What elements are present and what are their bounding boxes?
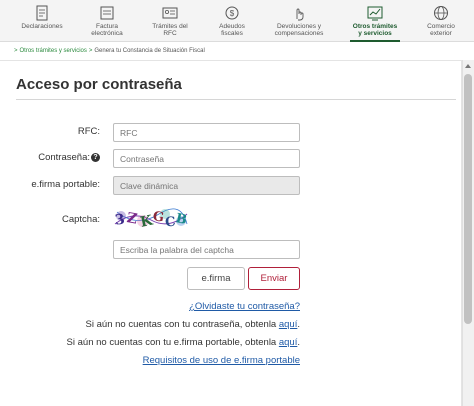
nav-item-label-line2: fiscales bbox=[221, 30, 243, 37]
scroll-up-arrow-icon[interactable] bbox=[465, 64, 471, 68]
requirements-link[interactable]: Requisitos de uso de e.firma portable bbox=[143, 355, 300, 366]
breadcrumb-separator: > bbox=[88, 48, 93, 54]
nav-item-label-line2: electrónica bbox=[91, 30, 123, 37]
forgot-password-link[interactable]: ¿Olvidaste tu contraseña? bbox=[189, 301, 300, 312]
otros-tramites-icon bbox=[367, 6, 383, 21]
declaraciones-icon bbox=[36, 5, 48, 21]
nav-item-adeudos[interactable]: $ Adeudos fiscales bbox=[208, 0, 256, 42]
svg-text:G: G bbox=[152, 209, 165, 225]
no-password-text: Si aún no cuentas con tu contraseña, obt… bbox=[85, 319, 277, 330]
nav-item-tramites-rfc[interactable]: Trámites del RFC bbox=[142, 0, 198, 42]
requirements-line: Requisitos de uso de e.firma portable bbox=[143, 355, 300, 366]
title-divider bbox=[16, 99, 456, 100]
password-label: Contraseña:? bbox=[38, 152, 100, 163]
breadcrumb: > Otros trámites y servicios > Genera tu Co… bbox=[12, 48, 205, 54]
nav-item-label: Devoluciones y bbox=[276, 23, 322, 30]
efirma-portable-label: e.firma portable: bbox=[31, 179, 100, 190]
no-efirma-text: Si aún no cuentas con tu e.firma portabl… bbox=[66, 337, 277, 348]
no-password-line: Si aún no cuentas con tu contraseña, obt… bbox=[86, 319, 300, 330]
rfc-icon bbox=[162, 7, 178, 19]
nav-item-declaraciones[interactable]: Declaraciones bbox=[16, 0, 68, 42]
dynamic-key-input bbox=[113, 176, 300, 195]
password-input[interactable] bbox=[113, 149, 300, 168]
page-title: Acceso por contraseña bbox=[16, 76, 182, 93]
adeudos-icon: $ bbox=[225, 6, 239, 20]
no-efirma-line: Si aún no cuentas con tu e.firma portabl… bbox=[67, 337, 300, 348]
obtain-efirma-link[interactable]: aquí bbox=[279, 337, 298, 348]
nav-item-factura[interactable]: Factura electrónica bbox=[82, 0, 132, 42]
svg-text:$: $ bbox=[230, 9, 235, 18]
nav-item-otros-tramites[interactable]: Otros trámites y servicios bbox=[344, 0, 406, 42]
captcha-image: 3 Z K G C B bbox=[113, 204, 189, 232]
nav-item-label: Otros trámites bbox=[352, 23, 398, 30]
captcha-label: Captcha: bbox=[61, 214, 100, 225]
nav-item-devoluciones[interactable]: Devoluciones y compensaciones bbox=[268, 0, 330, 42]
nav-item-label-line2: exterior bbox=[430, 30, 452, 37]
rfc-input[interactable] bbox=[113, 123, 300, 142]
submit-button[interactable]: Enviar bbox=[248, 267, 300, 290]
captcha-input[interactable] bbox=[113, 240, 300, 259]
comercio-exterior-icon bbox=[434, 6, 448, 20]
breadcrumb-separator: > bbox=[14, 48, 18, 54]
nav-item-label: Adeudos bbox=[219, 23, 245, 30]
nav-item-label-line2: compensaciones bbox=[274, 30, 324, 37]
period: . bbox=[297, 319, 300, 330]
obtain-password-link[interactable]: aquí bbox=[279, 319, 298, 330]
factura-icon bbox=[100, 6, 114, 20]
scrollbar-thumb[interactable] bbox=[464, 74, 472, 324]
period: . bbox=[297, 337, 300, 348]
breadcrumb-current: Genera tu Constancia de Situación Fiscal bbox=[94, 48, 205, 54]
nav-item-label: Trámites del bbox=[152, 23, 188, 30]
rfc-label: RFC: bbox=[77, 126, 100, 137]
nav-item-label: Comercio bbox=[427, 23, 455, 30]
nav-item-label: Factura bbox=[95, 23, 119, 30]
top-navigation: Declaraciones Factura electrónica Trámit… bbox=[0, 0, 474, 42]
nav-item-comercio-exterior[interactable]: Comercio exterior bbox=[416, 0, 466, 42]
breadcrumb-link-otros-tramites[interactable]: Otros trámites y servicios bbox=[20, 48, 87, 54]
devoluciones-icon bbox=[296, 8, 304, 21]
help-icon[interactable]: ? bbox=[91, 153, 100, 162]
forgot-password-line: ¿Olvidaste tu contraseña? bbox=[189, 301, 300, 312]
password-label-text: Contraseña: bbox=[38, 152, 90, 163]
nav-item-label-line2: RFC bbox=[163, 30, 177, 37]
efirma-button[interactable]: e.firma bbox=[187, 267, 245, 290]
nav-item-label-line2: y servicios bbox=[358, 30, 392, 37]
nav-item-label: Declaraciones bbox=[21, 23, 63, 30]
